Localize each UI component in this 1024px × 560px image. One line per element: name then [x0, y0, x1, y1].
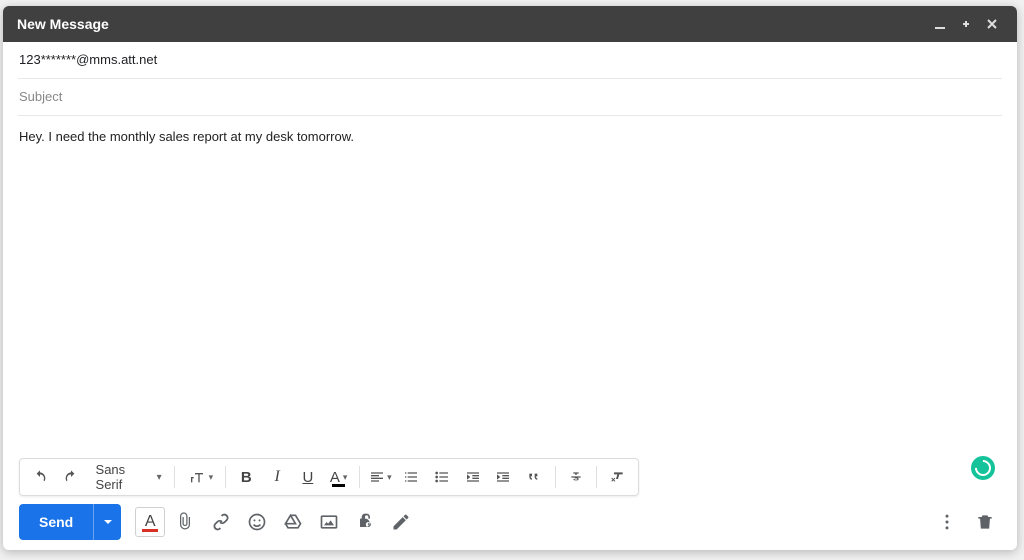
formatting-toolbar: Sans Serif ▾ ▾ B I U A ▾ ▾: [19, 458, 639, 496]
bold-button[interactable]: B: [232, 462, 261, 492]
quote-button[interactable]: [520, 462, 549, 492]
font-family-picker[interactable]: Sans Serif ▾: [88, 462, 168, 492]
underline-button[interactable]: U: [293, 462, 322, 492]
header-fields: [3, 42, 1017, 116]
font-size-picker[interactable]: ▾: [181, 462, 219, 492]
align-button[interactable]: ▾: [366, 462, 395, 492]
link-icon: [211, 512, 231, 532]
discard-draft-button[interactable]: [969, 506, 1001, 538]
bottom-toolbar: Send A: [3, 502, 1017, 550]
list-bullet-icon: [434, 469, 450, 485]
send-button-group: Send: [19, 504, 121, 540]
indent-more-button[interactable]: [489, 462, 518, 492]
compose-window: New Message Hey. I need the monthly sale…: [3, 6, 1017, 550]
italic-button[interactable]: I: [263, 462, 292, 492]
text-size-icon: [187, 469, 207, 485]
undo-icon: [32, 469, 48, 485]
emoji-icon: [247, 512, 267, 532]
text-color-button[interactable]: A ▾: [324, 462, 353, 492]
pen-icon: [391, 512, 411, 532]
grammarly-icon[interactable]: [971, 456, 995, 480]
numbered-list-button[interactable]: [397, 462, 426, 492]
insert-photo-button[interactable]: [313, 506, 345, 538]
bulleted-list-button[interactable]: [428, 462, 457, 492]
insert-link-button[interactable]: [205, 506, 237, 538]
trash-icon: [975, 512, 995, 532]
lock-clock-icon: [355, 512, 375, 532]
minimize-button[interactable]: [927, 11, 953, 37]
chevron-down-icon: ▾: [157, 472, 162, 483]
strikethrough-button[interactable]: [562, 462, 591, 492]
redo-icon: [63, 469, 79, 485]
message-body[interactable]: Hey. I need the monthly sales report at …: [3, 116, 1017, 458]
text-color-icon: A: [330, 469, 340, 486]
subject-field-row: [18, 79, 1002, 116]
chevron-down-icon: [103, 517, 113, 527]
compose-tools: A: [135, 506, 417, 538]
body-text: Hey. I need the monthly sales report at …: [19, 129, 354, 144]
indent-less-button[interactable]: [458, 462, 487, 492]
chevron-down-icon: ▾: [209, 472, 214, 483]
minimize-icon: [934, 18, 946, 30]
insert-signature-button[interactable]: [385, 506, 417, 538]
insert-drive-button[interactable]: [277, 506, 309, 538]
redo-button[interactable]: [57, 462, 86, 492]
more-options-button[interactable]: [931, 506, 963, 538]
quote-icon: [526, 469, 542, 485]
clear-format-icon: [610, 469, 626, 485]
subject-input[interactable]: [19, 89, 1001, 104]
font-family-label: Sans Serif: [96, 462, 153, 492]
list-ordered-icon: [403, 469, 419, 485]
paperclip-icon: [175, 512, 195, 532]
send-options-button[interactable]: [93, 504, 121, 540]
expand-icon: [960, 18, 972, 30]
drive-icon: [283, 512, 303, 532]
formatting-options-button[interactable]: A: [135, 507, 165, 537]
bottom-right-controls: [931, 506, 1001, 538]
align-left-icon: [369, 469, 385, 485]
indent-increase-icon: [495, 469, 511, 485]
remove-formatting-button[interactable]: [603, 462, 632, 492]
confidential-mode-button[interactable]: [349, 506, 381, 538]
chevron-down-icon: ▾: [343, 472, 348, 483]
more-vertical-icon: [937, 512, 957, 532]
restore-button[interactable]: [953, 11, 979, 37]
attach-file-button[interactable]: [169, 506, 201, 538]
to-input[interactable]: [19, 52, 1001, 67]
indent-decrease-icon: [465, 469, 481, 485]
to-field-row: [18, 42, 1002, 79]
strikethrough-icon: [568, 469, 584, 485]
chevron-down-icon: ▾: [387, 472, 392, 483]
close-icon: [986, 18, 998, 30]
image-icon: [319, 512, 339, 532]
window-title: New Message: [17, 16, 109, 32]
undo-button[interactable]: [26, 462, 55, 492]
insert-emoji-button[interactable]: [241, 506, 273, 538]
close-button[interactable]: [979, 11, 1005, 37]
send-button[interactable]: Send: [19, 504, 93, 540]
titlebar: New Message: [3, 6, 1017, 42]
